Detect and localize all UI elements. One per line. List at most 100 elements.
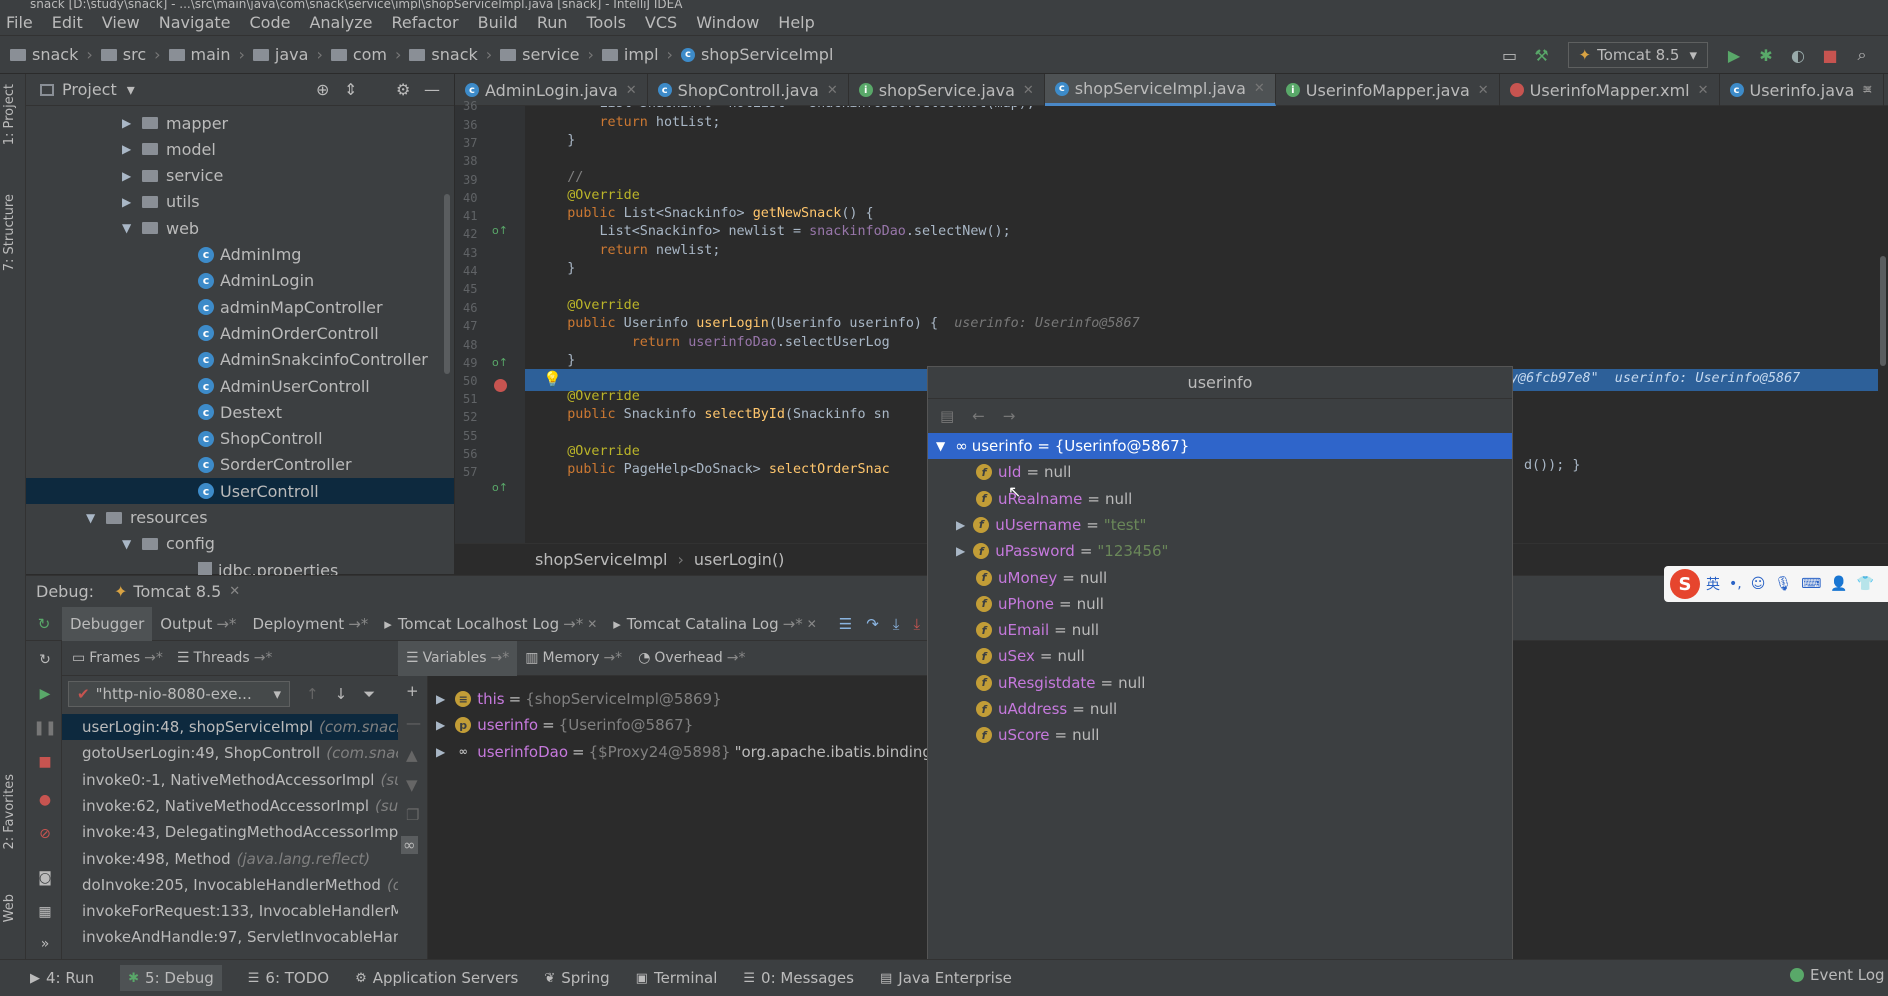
- arrow-down-icon[interactable]: ↓: [335, 685, 348, 703]
- project-tree-item[interactable]: ▶ model: [26, 136, 454, 162]
- chevron-down-icon[interactable]: ▾: [127, 80, 135, 99]
- arrow-up-icon[interactable]: ▲: [406, 746, 418, 764]
- watches-glasses-icon[interactable]: ∞: [401, 836, 418, 854]
- rerun-icon[interactable]: ↻: [26, 615, 62, 633]
- debug-session-tab[interactable]: Tomcat 8.5: [133, 582, 221, 601]
- ime-punctuation[interactable]: •,: [1729, 576, 1742, 592]
- more-icon[interactable]: »: [36, 935, 54, 953]
- menu-item-window[interactable]: Window: [696, 13, 759, 32]
- stop-icon[interactable]: ■: [36, 753, 54, 771]
- variables-tab[interactable]: ☰ Variables →*: [398, 640, 518, 676]
- filter-icon[interactable]: ⏷: [363, 685, 375, 703]
- step-over-icon[interactable]: ↷: [866, 615, 879, 633]
- breadcrumb-item[interactable]: c shopServiceImpl: [680, 45, 833, 64]
- debug-tab[interactable]: Debugger: [62, 606, 153, 641]
- override-marker-icon[interactable]: o↑: [492, 224, 508, 237]
- threads-tab[interactable]: Threads: [193, 650, 249, 666]
- menu-item-edit[interactable]: Edit: [52, 13, 83, 32]
- tool-window-button[interactable]: ☰ 6: TODO: [248, 969, 329, 987]
- debug-tab[interactable]: ▸ Tomcat Catalina Log →* ✕: [605, 607, 825, 641]
- popup-field-row[interactable]: f uAddress = null: [928, 696, 1512, 722]
- override-marker-icon[interactable]: o↑: [492, 481, 508, 494]
- web-tool-tab[interactable]: Web: [2, 894, 17, 922]
- project-panel-title[interactable]: Project: [62, 80, 117, 99]
- editor-tab[interactable]: UserinfoMapper.xml ✕: [1500, 74, 1720, 106]
- menu-item-refactor[interactable]: Refactor: [392, 13, 459, 32]
- project-tool-tab[interactable]: 1: Project: [2, 84, 17, 145]
- editor-breadcrumb-class[interactable]: shopServiceImpl: [535, 550, 667, 569]
- expanded-arrow-icon[interactable]: ▼: [936, 439, 945, 453]
- project-tree-item[interactable]: ▼ config: [26, 531, 454, 557]
- editor-tab[interactable]: i UserinfoMapper.java ✕: [1276, 74, 1500, 106]
- project-tree-item[interactable]: c AdminOrderControll: [26, 320, 454, 346]
- breadcrumb-item[interactable]: impl ›: [601, 45, 673, 64]
- gear-icon[interactable]: ⚙: [396, 80, 410, 99]
- popup-root-node[interactable]: ▼ ∞ userinfo = {Userinfo@5867}: [928, 433, 1512, 459]
- menu-item-code[interactable]: Code: [250, 13, 291, 32]
- project-tree-item[interactable]: c Destext: [26, 399, 454, 425]
- editor-tab[interactable]: c AdminLogin.java ✕: [455, 74, 648, 106]
- ime-user-icon[interactable]: 👤: [1830, 576, 1847, 592]
- project-tree-item[interactable]: c UserControll: [26, 478, 454, 505]
- stack-frame[interactable]: invoke0:-1, NativeMethodAccessorImpl (su: [62, 767, 398, 793]
- close-icon[interactable]: ✕: [587, 617, 597, 631]
- show-execution-point-icon[interactable]: ☰: [839, 615, 852, 633]
- popup-title[interactable]: userinfo: [928, 367, 1512, 399]
- breadcrumb-item[interactable]: main ›: [168, 45, 245, 64]
- menu-item-view[interactable]: View: [102, 13, 140, 32]
- restart-icon[interactable]: ↻: [36, 651, 54, 669]
- editor-tab[interactable]: c shopServiceImpl.java ✕: [1044, 74, 1276, 106]
- collapse-all-icon[interactable]: ⇕: [344, 80, 357, 99]
- stack-frame[interactable]: invoke:498, Method (java.lang.reflect): [62, 846, 398, 872]
- override-marker-icon[interactable]: o↑: [492, 356, 508, 369]
- window-icon[interactable]: ▭: [1500, 45, 1520, 65]
- stack-frame[interactable]: doInvoke:205, InvocableHandlerMethod (c: [62, 872, 398, 898]
- menu-item-vcs[interactable]: VCS: [645, 13, 677, 32]
- popup-field-row[interactable]: ▶ f uUsername = "test": [928, 512, 1512, 538]
- thread-select[interactable]: ✔ "http-nio-8080-exe... ▾: [68, 681, 290, 707]
- popup-field-row[interactable]: f uSex = null: [928, 643, 1512, 669]
- run-configuration-select[interactable]: ✦ Tomcat 8.5 ▾: [1567, 42, 1708, 68]
- copy-icon[interactable]: ❐: [406, 806, 419, 824]
- tool-window-button[interactable]: ✱ 5: Debug: [120, 965, 222, 991]
- breadcrumb-item[interactable]: java ›: [252, 45, 323, 64]
- menu-item-run[interactable]: Run: [537, 13, 568, 32]
- variables-tab[interactable]: ◔ Overhead →*: [630, 650, 753, 666]
- expand-arrow-icon[interactable]: ▶: [956, 518, 965, 532]
- tool-window-button[interactable]: ❦ Spring: [544, 969, 609, 987]
- tool-window-button[interactable]: ▣ Terminal: [636, 969, 718, 987]
- stack-frame[interactable]: invokeAndHandle:97, ServletInvocableHan: [62, 924, 398, 950]
- close-icon[interactable]: ✕: [1478, 83, 1489, 98]
- editor-breadcrumb-method[interactable]: userLogin(): [694, 550, 785, 569]
- project-tree-item[interactable]: c AdminSnakcinfoController: [26, 347, 454, 373]
- debug-bug-icon[interactable]: ✱: [1756, 45, 1776, 65]
- collapsed-arrow-icon[interactable]: ▶: [122, 195, 134, 209]
- tool-window-button[interactable]: ⚙ Application Servers: [355, 969, 518, 987]
- event-log-button[interactable]: Event Log: [1790, 966, 1885, 984]
- project-tree-item[interactable]: c SorderController: [26, 452, 454, 478]
- close-icon[interactable]: ✕: [229, 584, 240, 599]
- arrow-down-icon[interactable]: ▼: [406, 776, 418, 794]
- frames-tab[interactable]: Frames: [89, 650, 140, 666]
- menu-item-analyze[interactable]: Analyze: [309, 13, 372, 32]
- lightbulb-icon[interactable]: 💡: [543, 370, 562, 388]
- step-into-icon[interactable]: ⤓: [893, 615, 900, 633]
- tool-window-button[interactable]: ▶ 4: Run: [30, 969, 94, 987]
- close-icon[interactable]: ✕: [807, 617, 817, 631]
- stack-frame[interactable]: invokeForRequest:133, InvocableHandlerM: [62, 898, 398, 924]
- editor-tab[interactable]: c Userinfo.java ✕: [1720, 74, 1885, 106]
- build-hammer-icon[interactable]: ⚒: [1532, 45, 1552, 65]
- tool-window-button[interactable]: ▤ Java Enterprise: [880, 969, 1012, 987]
- project-tree-item[interactable]: c adminMapController: [26, 294, 454, 320]
- stack-frame[interactable]: invoke:43, DelegatingMethodAccessorImp: [62, 819, 398, 845]
- ime-language[interactable]: 英: [1706, 574, 1720, 594]
- stack-frame[interactable]: gotoUserLogin:49, ShopControll (com.snac: [62, 740, 398, 766]
- project-tree-item[interactable]: ▶ service: [26, 163, 454, 189]
- variable-row[interactable]: ▶ ≡ this = {shopServiceImpl@5869}: [436, 686, 722, 712]
- popup-field-row[interactable]: ▶ f uPassword = "123456": [928, 538, 1512, 564]
- expanded-arrow-icon[interactable]: ▼: [86, 511, 98, 525]
- close-icon[interactable]: ✕: [1254, 81, 1265, 96]
- tabs-overflow-icon[interactable]: ≡: [1862, 82, 1872, 96]
- debug-tab[interactable]: ▸ Tomcat Localhost Log →* ✕: [376, 607, 605, 641]
- expand-arrow-icon[interactable]: ▶: [436, 718, 445, 732]
